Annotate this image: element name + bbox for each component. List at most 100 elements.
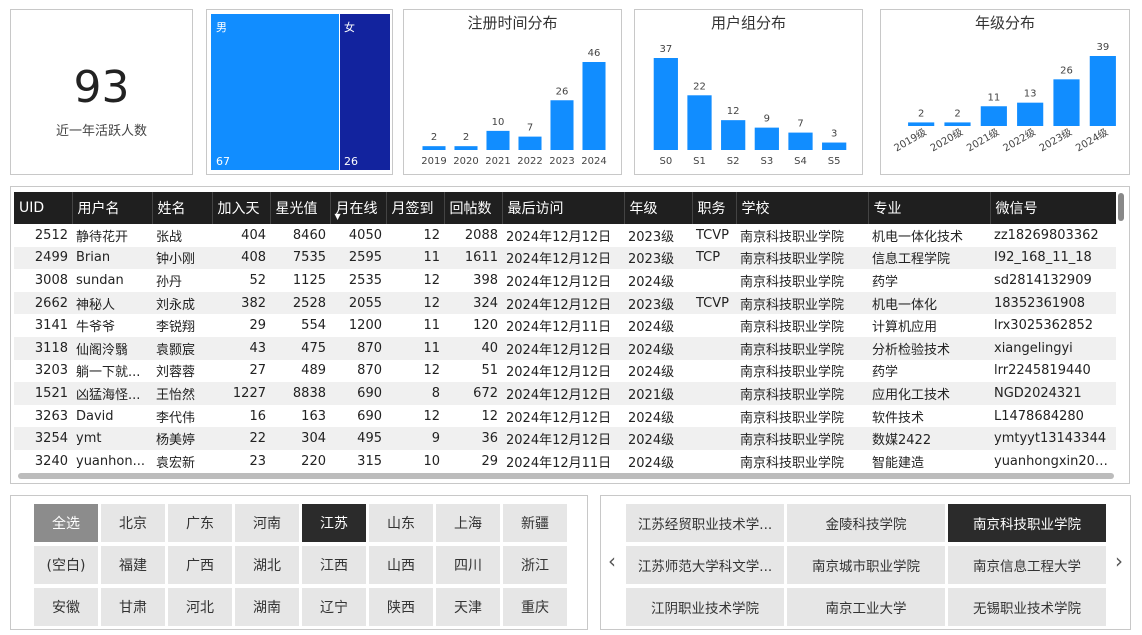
- horizontal-scrollbar[interactable]: [18, 473, 1114, 479]
- table-row[interactable]: 3008 sundan 孙丹 52 1125 2535 12 398 2024年12月12日 20…: [14, 269, 1116, 292]
- column-header-3[interactable]: 加入天: [212, 192, 271, 224]
- table-cell: 2024级: [628, 320, 675, 336]
- province-option[interactable]: 浙江: [503, 546, 567, 584]
- table-row[interactable]: 2662 神秘人 刘永成 382 2528 2055 12 324 2024年12月12日 202…: [14, 291, 1116, 315]
- bar-2022[interactable]: [518, 136, 542, 150]
- category-label: 2024级: [1074, 126, 1111, 154]
- table-row[interactable]: 2499 Brian 钟小刚 408 7535 2595 11 1611 2024年12月12日…: [14, 246, 1116, 270]
- column-header-6[interactable]: 月签到: [386, 192, 445, 224]
- school-option[interactable]: 南京城市职业学院: [787, 546, 945, 584]
- province-option[interactable]: 山东: [369, 504, 433, 542]
- province-option[interactable]: 四川: [436, 546, 500, 584]
- chevron-right-icon[interactable]: ›: [1115, 549, 1123, 573]
- bar-S0[interactable]: [653, 58, 678, 150]
- province-option[interactable]: 甘肃: [101, 588, 165, 626]
- school-option[interactable]: 无锡职业技术学院: [948, 588, 1106, 626]
- table-row[interactable]: 3263 David 李代伟 16 163 690 12 12 2024年12月12日 2024级…: [14, 405, 1116, 428]
- province-option[interactable]: 陕西: [369, 588, 433, 626]
- column-header-0[interactable]: UID: [14, 192, 73, 224]
- column-header-2[interactable]: 姓名: [152, 192, 213, 224]
- table-row[interactable]: 3240 yuanhon... 袁宏新 23 220 315 10 29 2024年12月11日…: [14, 450, 1116, 472]
- province-option[interactable]: 全选: [34, 504, 98, 542]
- bar-2020级[interactable]: [944, 122, 971, 126]
- school-option[interactable]: 江苏师范大学科文学...: [626, 546, 784, 584]
- province-option[interactable]: 重庆: [503, 588, 567, 626]
- school-option[interactable]: 南京科技职业学院: [948, 504, 1106, 542]
- table-row[interactable]: 2512 静待花开 张战 404 8460 4050 12 2088 2024年12月12日 20…: [14, 224, 1116, 247]
- column-header-12[interactable]: 专业: [868, 192, 991, 224]
- province-option[interactable]: 北京: [101, 504, 165, 542]
- column-header-13[interactable]: 微信号: [990, 192, 1116, 224]
- bar-2020[interactable]: [454, 146, 478, 150]
- province-option[interactable]: 河南: [235, 504, 299, 542]
- province-option[interactable]: 上海: [436, 504, 500, 542]
- province-option[interactable]: 新疆: [503, 504, 567, 542]
- school-option[interactable]: 金陵科技学院: [787, 504, 945, 542]
- province-option[interactable]: 湖北: [235, 546, 299, 584]
- bar-S2[interactable]: [721, 120, 746, 150]
- bar-2021[interactable]: [486, 130, 510, 150]
- bar-2019级[interactable]: [908, 122, 935, 126]
- category-label: 2022: [517, 156, 542, 167]
- province-option[interactable]: 广西: [168, 546, 232, 584]
- table-cell: 489: [301, 363, 326, 379]
- column-header-9[interactable]: 年级: [624, 192, 693, 224]
- data-label: 2: [918, 108, 924, 119]
- treemap-tile-female[interactable]: 女 26: [340, 14, 390, 170]
- bar-2019[interactable]: [422, 146, 446, 150]
- vertical-scrollbar[interactable]: [1118, 193, 1124, 221]
- data-label: 37: [659, 44, 672, 55]
- table-row[interactable]: 3118 仙阁泠翳 袁颢宸 43 475 870 11 40 2024年12月12日 2024级 南…: [14, 336, 1116, 360]
- column-header-8[interactable]: 最后访问: [502, 192, 625, 224]
- table-row[interactable]: 3203 躺一下就... 刘蓉蓉 27 489 870 12 51 2024年12月12日 202…: [14, 360, 1116, 383]
- school-option[interactable]: 南京工业大学: [787, 588, 945, 626]
- column-header-5[interactable]: 月在线 ▼: [330, 192, 387, 224]
- category-label: 2024: [581, 156, 606, 167]
- column-header-4[interactable]: 星光值: [270, 192, 331, 224]
- school-option[interactable]: 南京信息工程大学: [948, 546, 1106, 584]
- province-option[interactable]: 广东: [168, 504, 232, 542]
- bar-S1[interactable]: [687, 95, 712, 150]
- table-row[interactable]: 1521 凶猛海怪... 王怡然 1227 8838 690 8 672 2024年12月12日…: [14, 382, 1116, 405]
- province-option[interactable]: 安徽: [34, 588, 98, 626]
- table-cell: 12: [481, 408, 498, 424]
- category-label: 2022级: [1001, 126, 1038, 154]
- bar-S4[interactable]: [788, 132, 813, 150]
- province-option[interactable]: 天津: [436, 588, 500, 626]
- table-row[interactable]: 3141 牛爷爷 李锐翔 29 554 1200 11 120 2024年12月11日 2024级…: [14, 314, 1116, 337]
- column-header-7[interactable]: 回帖数: [444, 192, 503, 224]
- province-option[interactable]: (空白): [34, 546, 98, 584]
- school-option[interactable]: 江阴职业技术学院: [626, 588, 784, 626]
- column-header-11[interactable]: 学校: [736, 192, 869, 224]
- bar-2024[interactable]: [582, 62, 606, 150]
- bar-2021级[interactable]: [980, 106, 1007, 126]
- province-option[interactable]: 湖南: [235, 588, 299, 626]
- table-cell: 12: [386, 291, 444, 315]
- bar-2022级[interactable]: [1017, 102, 1044, 126]
- bar-2023[interactable]: [550, 100, 574, 150]
- province-option[interactable]: 江苏: [302, 504, 366, 542]
- table-body: 2512 静待花开 张战 404 8460 4050 12 2088 2024年12月12日 20…: [14, 224, 1116, 472]
- province-option[interactable]: 河北: [168, 588, 232, 626]
- column-header-10[interactable]: 职务: [692, 192, 737, 224]
- category-label: 2019: [421, 156, 446, 167]
- bar-S3[interactable]: [754, 127, 779, 150]
- table-cell: 南京科技职业学院: [740, 229, 845, 245]
- bar-S5[interactable]: [822, 142, 847, 150]
- province-option[interactable]: 辽宁: [302, 588, 366, 626]
- province-option[interactable]: 山西: [369, 546, 433, 584]
- bar-2024级[interactable]: [1089, 56, 1116, 126]
- column-header-1[interactable]: 用户名: [72, 192, 153, 224]
- chevron-left-icon[interactable]: ‹: [608, 549, 616, 573]
- province-option[interactable]: 福建: [101, 546, 165, 584]
- bar-2023级[interactable]: [1053, 79, 1080, 126]
- table-cell: 2024级: [628, 455, 675, 471]
- treemap-tile-male[interactable]: 男 67: [211, 14, 339, 170]
- table-cell: 李锐翔: [156, 320, 196, 336]
- table-cell: 机电一体化技术: [872, 229, 964, 245]
- school-option[interactable]: 江苏经贸职业技术学...: [626, 504, 784, 542]
- province-option[interactable]: 江西: [302, 546, 366, 584]
- table-row[interactable]: 3254 ymt 杨美婷 22 304 495 9 36 2024年12月12日 2024级 南京科…: [14, 427, 1116, 450]
- table-cell: 2024年12月11日: [506, 455, 612, 471]
- table-cell: 404: [241, 227, 266, 243]
